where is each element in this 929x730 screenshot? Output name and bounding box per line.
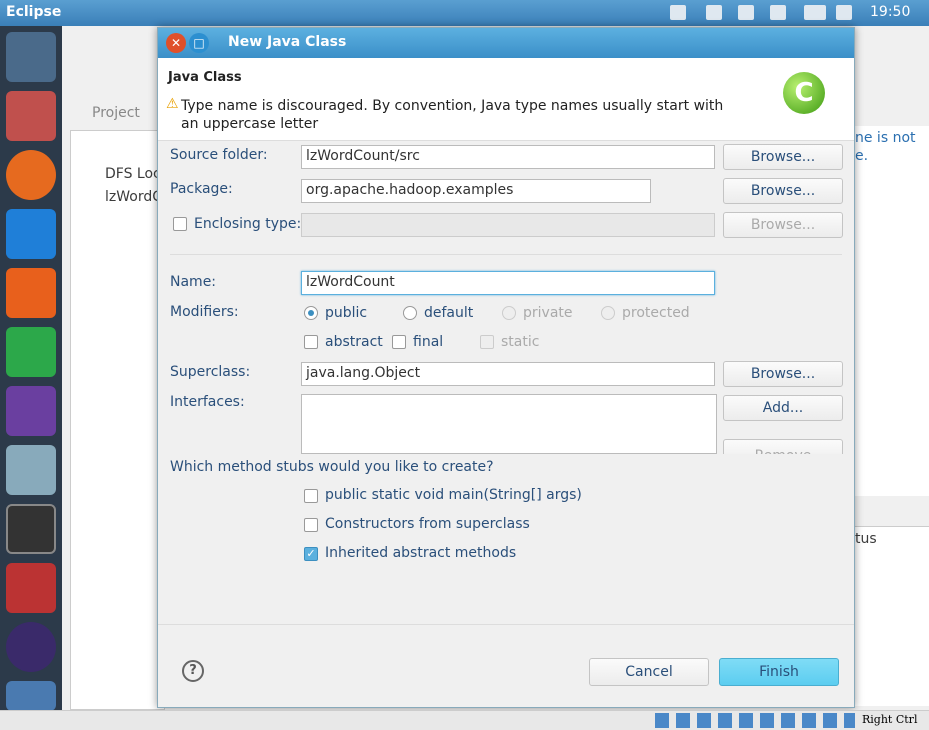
files-icon[interactable] — [6, 91, 56, 141]
main-stub-checkbox[interactable] — [304, 489, 318, 503]
package-label: Package: — [170, 181, 233, 197]
add-interface-button[interactable]: Add... — [723, 395, 843, 421]
source-folder-browse-button[interactable]: Browse... — [723, 144, 843, 170]
final-label: final — [413, 334, 444, 350]
remove-interface-button[interactable]: Remove — [723, 439, 843, 454]
ubuntu-icon[interactable] — [6, 32, 56, 82]
warning-message: Type name is discouraged. By convention,… — [181, 98, 724, 132]
transfer-icon[interactable] — [770, 5, 786, 20]
main-stub-label: public static void main(String[] args) — [325, 487, 582, 503]
superclass-browse-button[interactable]: Browse... — [723, 361, 843, 387]
static-checkbox[interactable] — [480, 335, 494, 349]
project-tree: DFS Loc lzWordC — [70, 130, 165, 710]
editor-text: e. — [855, 148, 869, 164]
enclosing-type-label: Enclosing type: — [194, 216, 302, 232]
inherited-stub-checkbox[interactable]: ✓ — [304, 547, 318, 561]
wps-writer-icon[interactable] — [6, 209, 56, 259]
app-title: Eclipse — [6, 4, 62, 20]
editor-area: ne is not e. — [855, 126, 929, 496]
vm-statusbar: Right Ctrl — [0, 710, 929, 730]
separator — [170, 254, 842, 255]
eclipse-icon[interactable] — [6, 622, 56, 672]
battery-icon[interactable] — [804, 5, 826, 20]
protected-radio[interactable] — [601, 306, 615, 320]
host-key-label: Right Ctrl — [862, 713, 918, 726]
package-browse-button[interactable]: Browse... — [723, 178, 843, 204]
volume-icon[interactable] — [836, 5, 852, 20]
column-header[interactable]: tus — [855, 531, 877, 547]
project-tab[interactable]: Project — [92, 105, 140, 121]
static-label: static — [501, 334, 540, 350]
cancel-button[interactable]: Cancel — [589, 658, 709, 686]
finish-button[interactable]: Finish — [719, 658, 839, 686]
wps-spreadsheet-icon[interactable] — [6, 327, 56, 377]
default-label: default — [424, 305, 474, 321]
default-radio[interactable] — [403, 306, 417, 320]
wps-presentation-icon[interactable] — [6, 268, 56, 318]
stubs-question: Which method stubs would you like to cre… — [170, 459, 494, 475]
private-radio[interactable] — [502, 306, 516, 320]
calendar-icon[interactable] — [738, 5, 754, 20]
firefox-icon[interactable] — [6, 150, 56, 200]
tree-item[interactable]: lzWordC — [105, 189, 162, 205]
modifiers-label: Modifiers: — [170, 304, 239, 320]
superclass-label: Superclass: — [170, 364, 251, 380]
header-title: Java Class — [168, 70, 242, 85]
protected-label: protected — [622, 305, 690, 321]
final-checkbox[interactable] — [392, 335, 406, 349]
separator — [158, 624, 854, 625]
private-label: private — [523, 305, 573, 321]
inherited-stub-label: Inherited abstract methods — [325, 545, 517, 561]
java-class-logo-icon: C — [783, 72, 825, 114]
close-icon[interactable]: ✕ — [166, 33, 186, 53]
remove-clip: Remove — [723, 439, 843, 454]
servers-view: tus — [855, 526, 929, 706]
new-java-class-dialog: ✕ □ New Java Class Java Class ⚠ Type nam… — [157, 27, 855, 708]
maximize-icon[interactable]: □ — [189, 33, 209, 53]
dialog-titlebar: ✕ □ New Java Class — [158, 28, 854, 58]
help-icon[interactable]: ? — [182, 660, 204, 682]
editor-text: ne is not — [855, 130, 916, 146]
enclosing-browse-button[interactable]: Browse... — [723, 212, 843, 238]
tree-item[interactable]: DFS Loc — [105, 166, 161, 182]
constructors-stub-checkbox[interactable] — [304, 518, 318, 532]
package-input[interactable]: org.apache.hadoop.examples — [301, 179, 651, 203]
superclass-input[interactable]: java.lang.Object — [301, 362, 715, 386]
abstract-label: abstract — [325, 334, 383, 350]
abstract-checkbox[interactable] — [304, 335, 318, 349]
dialog-header: Java Class ⚠ Type name is discouraged. B… — [158, 58, 854, 141]
public-radio[interactable] — [304, 306, 318, 320]
clock[interactable]: 19:50 — [870, 4, 910, 20]
source-folder-label: Source folder: — [170, 147, 268, 163]
network-icon[interactable] — [670, 5, 686, 20]
enclosing-type-checkbox[interactable] — [173, 217, 187, 231]
vm-device-icons[interactable] — [655, 713, 855, 728]
keyboard-icon[interactable] — [706, 5, 722, 20]
interfaces-list[interactable] — [301, 394, 717, 454]
constructors-stub-label: Constructors from superclass — [325, 516, 530, 532]
screenshot-icon[interactable] — [6, 681, 56, 711]
name-input[interactable]: lzWordCount — [301, 271, 715, 295]
warning-icon: ⚠ — [166, 96, 179, 112]
dialog-title: New Java Class — [228, 34, 347, 50]
terminal-icon[interactable] — [6, 504, 56, 554]
name-label: Name: — [170, 274, 217, 290]
vm-icon[interactable] — [6, 445, 56, 495]
interfaces-label: Interfaces: — [170, 394, 245, 410]
public-label: public — [325, 305, 368, 321]
top-panel: Eclipse 19:50 — [0, 0, 929, 26]
enclosing-type-input[interactable] — [301, 213, 715, 237]
software-center-icon[interactable] — [6, 386, 56, 436]
source-folder-input[interactable]: lzWordCount/src — [301, 145, 715, 169]
launcher — [0, 26, 62, 711]
settings-icon[interactable] — [6, 563, 56, 613]
